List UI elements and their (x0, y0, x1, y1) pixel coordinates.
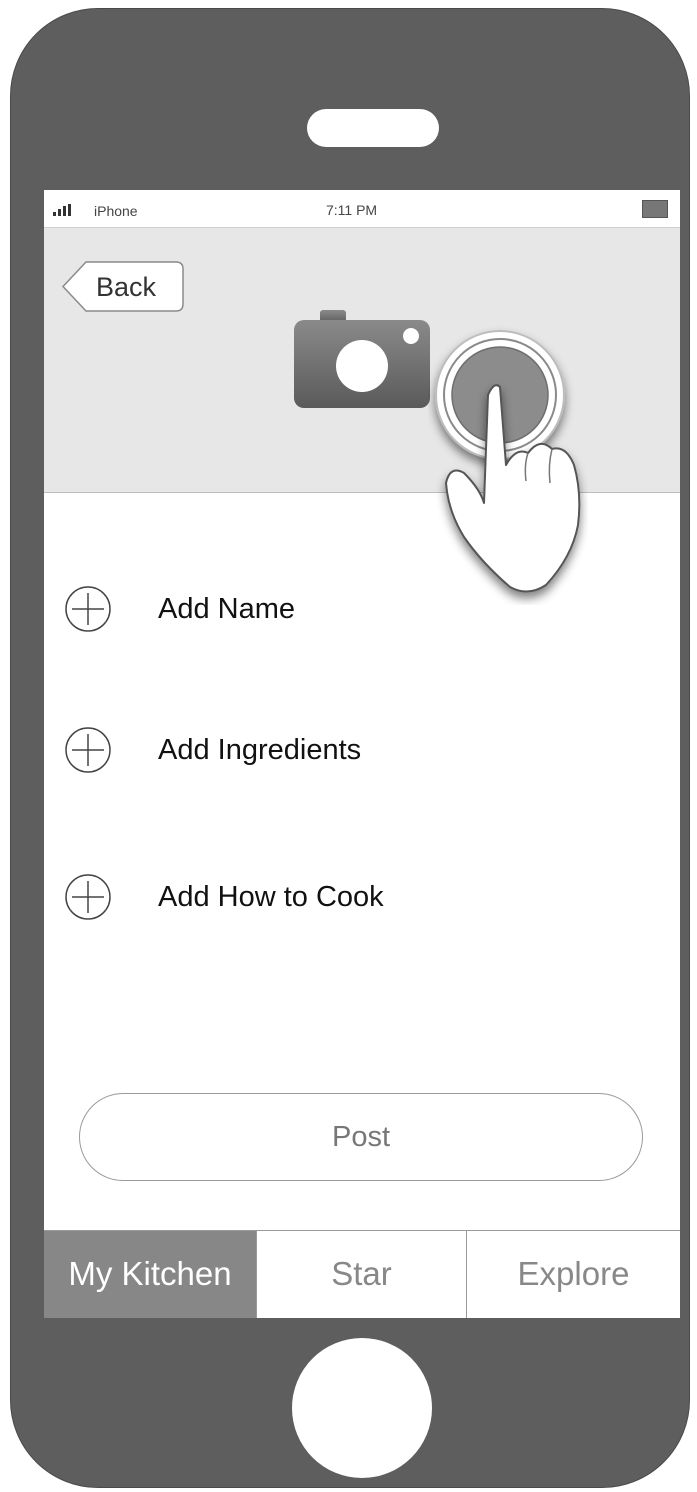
add-ingredients-item[interactable]: Add Ingredients (64, 726, 624, 776)
battery-icon (642, 200, 668, 218)
add-how-to-cook-label: Add How to Cook (158, 881, 384, 913)
signal-bars-icon (53, 204, 71, 216)
tab-explore[interactable]: Explore (466, 1231, 680, 1318)
add-name-label: Add Name (158, 593, 296, 625)
home-button[interactable] (292, 1338, 432, 1478)
post-label: Post (331, 1121, 391, 1153)
plus-circle-icon (65, 727, 111, 773)
add-how-to-cook-item[interactable]: Add How to Cook (64, 873, 624, 923)
back-button[interactable]: Back (62, 261, 184, 312)
tab-star[interactable]: Star (256, 1231, 466, 1318)
status-time: 7:11 PM (326, 202, 378, 218)
tab-my-kitchen[interactable]: My Kitchen (44, 1231, 256, 1318)
tab-bar: My Kitchen Star Explore (44, 1230, 680, 1318)
back-label: Back (96, 272, 157, 302)
post-button[interactable]: Post (79, 1093, 643, 1181)
carrier-name: iPhone (94, 203, 138, 219)
camera-icon[interactable] (292, 308, 432, 410)
phone-speaker (307, 109, 439, 147)
status-bar: iPhone 7:11 PM (44, 190, 680, 228)
add-ingredients-label: Add Ingredients (158, 734, 362, 766)
plus-circle-icon (65, 874, 111, 920)
tap-hand-icon (435, 330, 581, 593)
plus-circle-icon (65, 586, 111, 632)
